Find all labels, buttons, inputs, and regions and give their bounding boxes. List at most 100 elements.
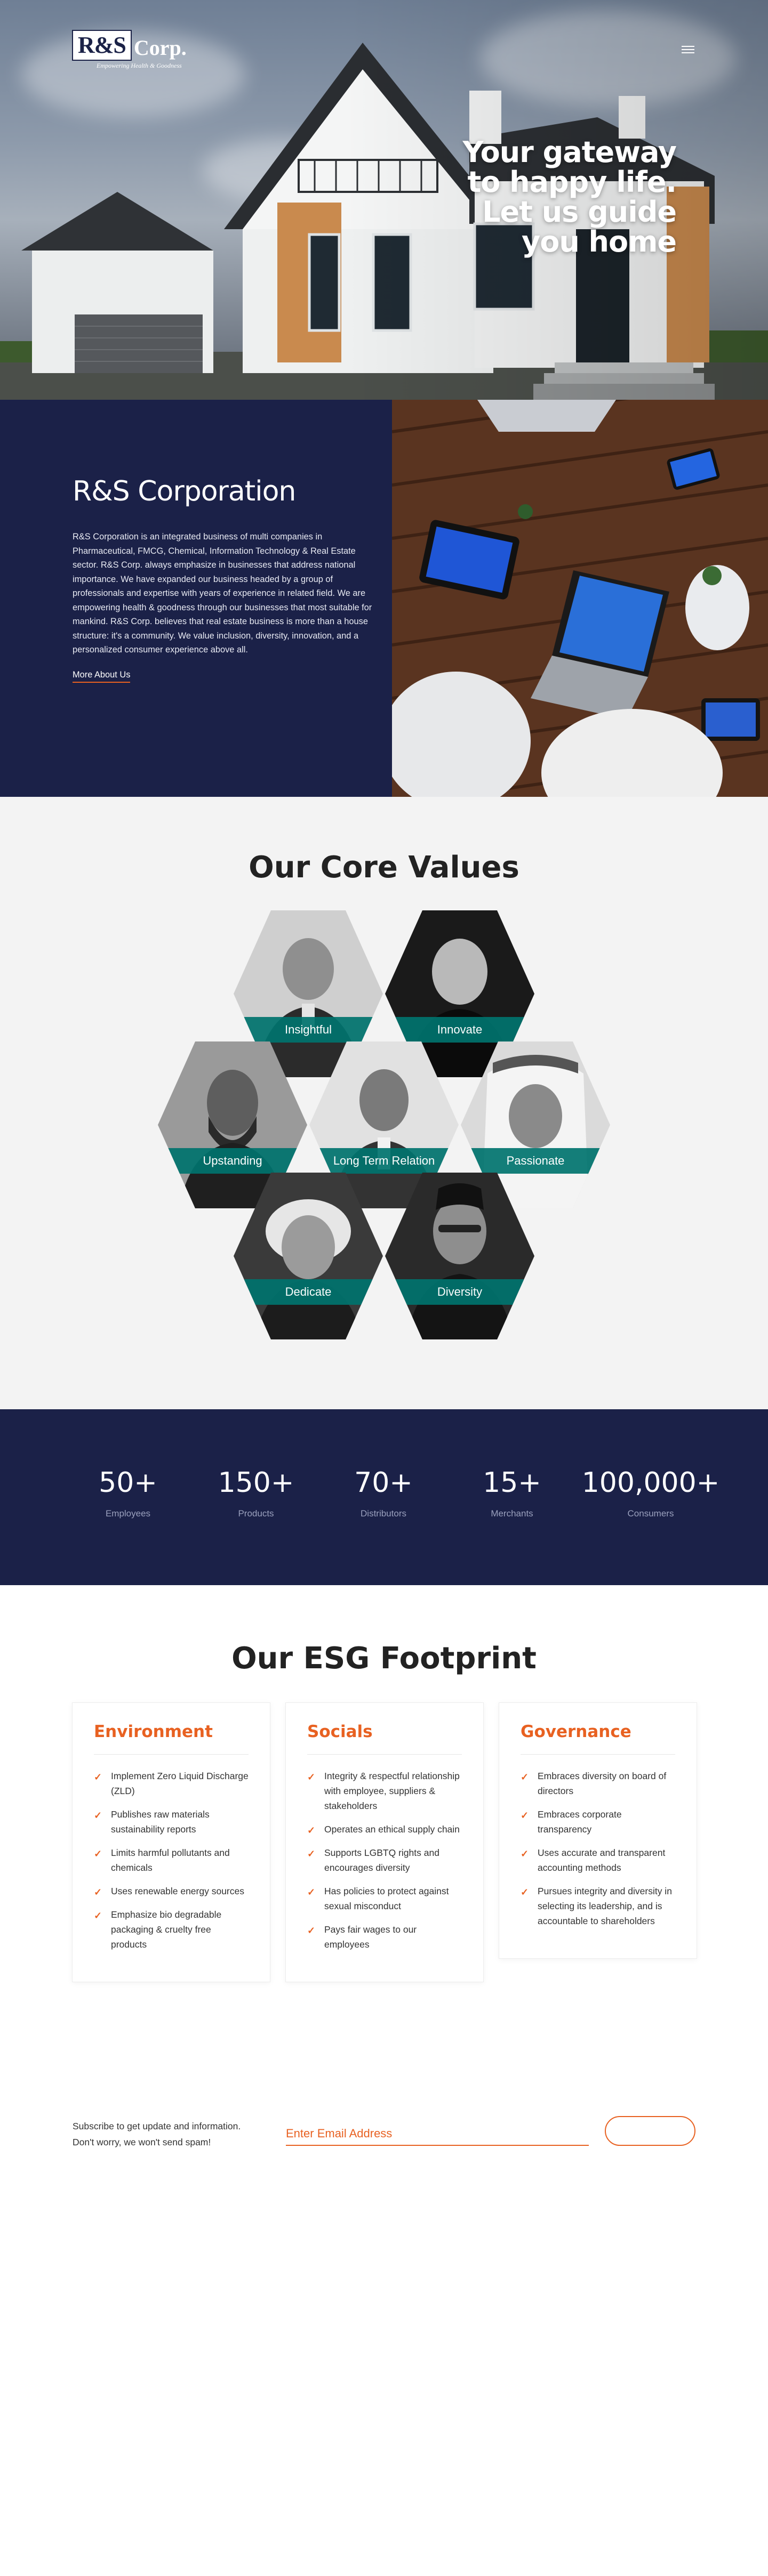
esg-card-list: ✓ Embraces diversity on board of director… [521,1769,675,1928]
list-item: ✓ Embraces diversity on board of director… [521,1769,675,1798]
stat-merchants: 15+ Merchants [453,1467,571,1519]
hero-headline: Your gateway to happy life. Let us guide… [462,135,677,259]
stat-consumers: 100,000+ Consumers [581,1467,720,1519]
checkmark-icon: ✓ [94,1887,102,1897]
list-item: ✓ Pays fair wages to our employees [307,1922,462,1952]
list-item-text: Implement Zero Liquid Discharge (ZLD) [111,1771,249,1796]
stat-value: 70+ [354,1467,413,1499]
newsletter-line: Subscribe to get update and information. [73,2121,241,2131]
list-item-text: Supports LGBTQ rights and encourages div… [324,1847,439,1873]
checkmark-icon: ✓ [307,1825,316,1836]
stat-value: 150+ [218,1467,294,1499]
list-item-text: Embraces corporate transparency [538,1809,622,1835]
hamburger-menu-icon[interactable] [682,44,694,54]
list-item: ✓ Implement Zero Liquid Discharge (ZLD) [94,1769,249,1798]
list-item-text: Pays fair wages to our employees [324,1924,417,1950]
subscribe-button[interactable] [605,2116,695,2146]
stat-label: Products [238,1508,274,1519]
checkmark-icon: ✓ [521,1848,529,1859]
stats-section: 50+ Employees 150+ Products 70+ Distribu… [0,1409,768,1585]
hero-headline-line: Let us guide [482,195,677,229]
esg-card-list: ✓ Implement Zero Liquid Discharge (ZLD) ✓… [94,1769,249,1952]
stat-label: Consumers [627,1508,674,1519]
checkmark-icon: ✓ [94,1772,102,1782]
checkmark-icon: ✓ [307,1772,316,1782]
site-logo[interactable]: R&S Corp. Empowering Health & Goodness [72,30,187,69]
value-label: Diversity [385,1279,534,1305]
newsletter-description: Subscribe to get update and information.… [73,2118,241,2150]
checkmark-icon: ✓ [307,1887,316,1897]
about-text-panel: R&S Corporation R&S Corporation is an in… [0,400,392,797]
hero-headline-line: Your gateway [462,135,677,169]
list-item-text: Embraces diversity on board of directors [538,1771,667,1796]
value-label: Long Term Relation [309,1148,459,1174]
team-meeting-photo [392,400,768,797]
value-label: Innovate [385,1017,534,1043]
about-title: R&S Corporation [73,475,296,507]
hero-headline-line: to happy life. [467,165,677,199]
core-values-section: Our Core Values Insightful Innovate Upst… [0,797,768,1409]
esg-card-list: ✓ Integrity & respectful relationship wit… [307,1769,462,1952]
checkmark-icon: ✓ [521,1887,529,1897]
esg-card-socials: Socials ✓ Integrity & respectful relation… [285,1702,484,1982]
checkmark-icon: ✓ [307,1848,316,1859]
list-item: ✓ Pursues integrity and diversity in sele… [521,1884,675,1928]
esg-title: Our ESG Footprint [231,1641,537,1676]
checkmark-icon: ✓ [307,1925,316,1936]
list-item: ✓ Supports LGBTQ rights and encourages di… [307,1845,462,1875]
esg-card-title: Environment [94,1722,249,1755]
list-item: ✓ Uses accurate and transparent accountin… [521,1845,675,1875]
list-item: ✓ Emphasize bio degradable packaging & cr… [94,1907,249,1952]
value-label: Passionate [461,1148,610,1174]
stat-label: Employees [105,1508,151,1519]
list-item: ✓ Operates an ethical supply chain [307,1822,462,1837]
logo-tagline: Empowering Health & Goodness [97,62,182,69]
esg-card-title: Socials [307,1722,462,1755]
list-item-text: Operates an ethical supply chain [324,1824,460,1835]
stat-value: 50+ [99,1467,157,1499]
checkmark-icon: ✓ [94,1910,102,1921]
newsletter-line: Don't worry, we won't send spam! [73,2137,211,2147]
about-body: R&S Corporation is an integrated busines… [73,532,372,655]
list-item: ✓ Has policies to protect against sexual … [307,1884,462,1913]
newsletter-section: Subscribe to get update and information.… [0,2060,768,2576]
hero-headline-line: you home [522,225,677,259]
list-item: ✓ Integrity & respectful relationship wit… [307,1769,462,1813]
list-item-text: Emphasize bio degradable packaging & cru… [111,1909,222,1950]
list-item-text: Integrity & respectful relationship with… [324,1771,460,1811]
list-item-text: Uses accurate and transparent accounting… [538,1847,666,1873]
esg-section: Our ESG Footprint Environment ✓ Implement… [0,1585,768,2060]
stat-label: Distributors [361,1508,406,1519]
esg-card-title: Governance [521,1722,675,1755]
hero-section: R&S Corp. Empowering Health & Goodness Y… [0,0,768,400]
email-input[interactable] [286,2122,589,2146]
list-item-text: Uses renewable energy sources [111,1886,244,1896]
value-label: Insightful [234,1017,383,1043]
stat-distributors: 70+ Distributors [325,1467,442,1519]
checkmark-icon: ✓ [94,1848,102,1859]
list-item: ✓ Publishes raw materials sustainability … [94,1807,249,1837]
stat-employees: 50+ Employees [69,1467,187,1519]
list-item: ✓ Embraces corporate transparency [521,1807,675,1837]
checkmark-icon: ✓ [521,1810,529,1821]
stat-label: Merchants [491,1508,533,1519]
logo-mark: R&S [72,30,132,61]
list-item-text: Pursues integrity and diversity in selec… [538,1886,672,1926]
list-item: ✓ Limits harmful pollutants and chemicals [94,1845,249,1875]
list-item: ✓ Uses renewable energy sources [94,1884,249,1899]
esg-card-environment: Environment ✓ Implement Zero Liquid Disch… [72,1702,270,1982]
list-item-text: Publishes raw materials sustainability r… [111,1809,210,1835]
list-item-text: Has policies to protect against sexual m… [324,1886,449,1911]
list-item-text: Limits harmful pollutants and chemicals [111,1847,230,1873]
checkmark-icon: ✓ [521,1772,529,1782]
core-values-title: Our Core Values [249,850,519,885]
stat-value: 100,000+ [581,1467,720,1499]
value-label: Dedicate [234,1279,383,1305]
more-about-us-link[interactable]: More About Us [73,670,131,683]
value-label: Upstanding [158,1148,307,1174]
checkmark-icon: ✓ [94,1810,102,1821]
about-section: R&S Corporation R&S Corporation is an in… [0,400,768,797]
esg-card-governance: Governance ✓ Embraces diversity on board … [499,1702,697,1959]
logo-word: Corp. [133,36,187,60]
stat-products: 150+ Products [197,1467,315,1519]
